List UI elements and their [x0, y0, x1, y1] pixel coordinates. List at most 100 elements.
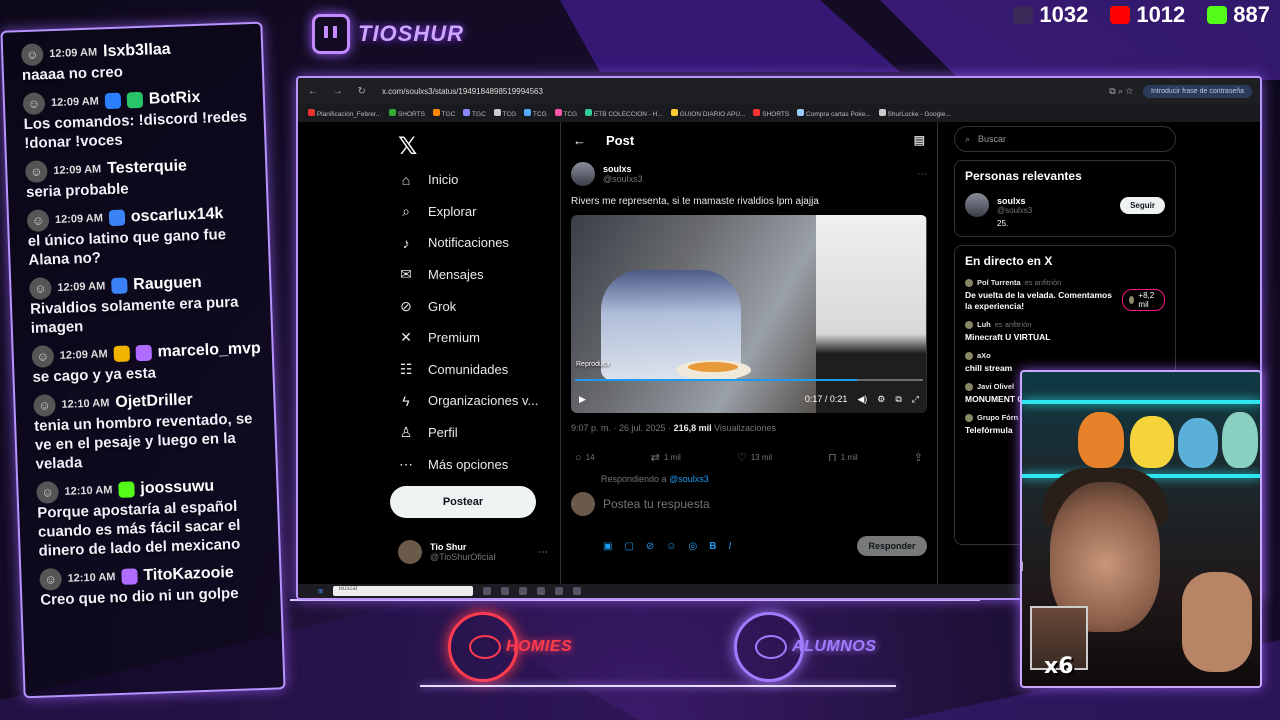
emoji-icon[interactable]: ☺	[666, 541, 676, 552]
nav-item-m-s-opciones[interactable]: ⋯ Más opciones	[390, 448, 560, 480]
live-space-item[interactable]: Pol Turrenta es anfitrión De vuelta de l…	[965, 278, 1165, 312]
nav-item-grok[interactable]: ⊘ Grok	[390, 290, 560, 322]
nav-item-inicio[interactable]: ⌂ Inicio	[390, 164, 560, 196]
avatar	[1128, 295, 1135, 304]
repost-action[interactable]: ⇄ 1 mil	[651, 451, 681, 464]
nav-item-mensajes[interactable]: ✉ Mensajes	[390, 259, 560, 291]
reply-button[interactable]: Responder	[857, 536, 927, 556]
bookmark-item[interactable]: SHORTS	[753, 108, 789, 118]
account-switcher[interactable]: Tio Shur @TioShurOficial ⋯	[398, 540, 548, 564]
extensions-icon[interactable]: ⧉ ⌕ ☆	[1109, 86, 1133, 97]
nav-item-notificaciones[interactable]: ♪ Notificaciones	[390, 227, 560, 259]
author-handle[interactable]: @soulxs3	[603, 174, 643, 184]
live-space-item[interactable]: Luh es anfitrión Minecraft U VIRTUAL	[965, 320, 1165, 343]
share-action[interactable]: ⇪	[914, 451, 923, 464]
bookmark-icon	[878, 108, 886, 116]
bookmark-icon	[308, 108, 315, 116]
app-icon[interactable]	[555, 587, 564, 595]
kick-stat: 887	[1207, 2, 1270, 28]
bookmark-item[interactable]: TGC	[432, 108, 455, 118]
chat-badge-icon	[126, 91, 144, 109]
bookmark-item[interactable]: TCG	[524, 108, 547, 118]
bookmark-item[interactable]: Planificación_Febrer...	[308, 108, 381, 118]
nav-item-organizaciones-v[interactable]: ϟ Organizaciones v...	[390, 385, 560, 417]
reader-icon[interactable]: ▤	[914, 133, 925, 147]
relevant-title: Personas relevantes	[965, 169, 1082, 183]
bookmark-item[interactable]: TCG	[554, 108, 577, 118]
nav-label: Organizaciones v...	[428, 393, 539, 409]
video-controls: ▶ 0:17 / 0:21 ◀) ⚙ ⧉ ⤢	[579, 391, 919, 407]
volume-icon[interactable]: ◀)	[857, 394, 867, 405]
video-player[interactable]: Reproducir ▶ 0:17 / 0:21 ◀) ⚙ ⧉ ⤢	[571, 215, 927, 413]
location-icon[interactable]: ◎	[689, 541, 698, 552]
listeners-pill[interactable]: +8,2 mil	[1121, 288, 1165, 311]
post-button[interactable]: Postear	[390, 485, 536, 518]
viewer-stats: 1032 1012 887	[1013, 2, 1270, 28]
profile-handle: @TioShurOficial	[430, 552, 496, 562]
bookmark-item[interactable]: Compra cartas Poke...	[797, 108, 871, 118]
chat-message: ☺ 12:09 AM lsxb3llaa naaaa no creo	[20, 36, 252, 85]
chat-username: Rauguen	[132, 273, 202, 294]
reply-input[interactable]	[603, 497, 863, 511]
app-icon[interactable]	[573, 587, 582, 595]
chat-message: ☺ 12:09 AM Testerquie seria probable	[24, 153, 256, 202]
italic-icon[interactable]: I	[728, 541, 731, 552]
taskbar-search[interactable]: Buscar	[333, 586, 474, 596]
video-progress[interactable]	[575, 379, 923, 381]
app-icon[interactable]	[483, 587, 492, 595]
views-label: Visualizaciones	[711, 423, 776, 433]
settings-icon[interactable]: ⚙	[877, 394, 885, 405]
avatar	[398, 540, 422, 564]
chat-message: ☺ 12:09 AM marcelo_mvp se cago y ya esta	[31, 338, 262, 387]
avatar: ☺	[29, 277, 52, 300]
chat-username: Testerquie	[106, 157, 188, 178]
image-icon[interactable]: ▣	[603, 541, 612, 552]
nav-item-comunidades[interactable]: ☷ Comunidades	[390, 354, 560, 386]
fullscreen-icon[interactable]: ⤢	[912, 394, 919, 405]
bookmark-item[interactable]: TCG	[493, 108, 517, 118]
nav-item-perfil[interactable]: ♙ Perfil	[390, 417, 560, 449]
bookmark-item[interactable]: ETB COLECCION - H...	[585, 108, 663, 118]
like-action[interactable]: ♡ 13 mil	[737, 451, 772, 464]
x-logo-icon[interactable]: 𝕏	[398, 132, 560, 160]
listeners-count: +8,2 mil	[1138, 290, 1155, 309]
author-name[interactable]: soulxs	[603, 164, 643, 174]
relevant-user[interactable]: soulxs @soulxs3 Seguir	[965, 193, 1165, 217]
bookmark-label: TCG	[502, 110, 517, 118]
avatar[interactable]	[571, 162, 595, 186]
reply-action[interactable]: ○ 14	[575, 451, 595, 464]
twitch-stat: 1032	[1013, 2, 1088, 28]
more-icon[interactable]: ⋯	[917, 169, 927, 180]
password-pill[interactable]: Introducir frase de contraseña	[1143, 84, 1252, 98]
bookmark-item[interactable]: ShurLocke - Google...	[878, 108, 951, 118]
bookmark-action[interactable]: ⊓ 1 mil	[828, 451, 857, 464]
url-field[interactable]: x.com/soulxs3/status/1949184898519994563	[382, 87, 1099, 96]
app-icon[interactable]	[519, 587, 528, 595]
replying-handle[interactable]: @soulxs3	[669, 474, 709, 484]
pip-icon[interactable]: ⧉	[895, 394, 901, 405]
nav-label: Premium	[428, 330, 481, 346]
post-header: ← Post ▤	[561, 122, 937, 158]
nav-item-explorar[interactable]: ⌕ Explorar	[390, 196, 560, 228]
gif-icon[interactable]: ▢	[624, 541, 633, 552]
bookmark-label: ShurLocke - Google...	[887, 110, 951, 118]
bookmark-icon	[432, 108, 440, 116]
grok-icon[interactable]: ⊘	[646, 541, 654, 552]
chat-message: ☺ 12:10 AM OjetDriller tenia un hombro r…	[33, 387, 266, 474]
play-icon[interactable]: ▶	[579, 394, 586, 405]
bookmark-item[interactable]: SHORTS	[389, 108, 425, 118]
reply-toolbar: ▣ ▢ ⊘ ☺ ◎ B I Responder	[561, 524, 937, 556]
bold-icon[interactable]: B	[709, 541, 716, 552]
bookmark-item[interactable]: GUION DIARIO APU...	[670, 108, 745, 118]
back-arrow-icon[interactable]: ←	[573, 133, 586, 148]
nav-buttons-icon[interactable]: ← → ↻	[308, 86, 372, 97]
share-icon: ⇪	[913, 452, 923, 464]
profile-name: Tio Shur	[430, 542, 467, 552]
bookmark-item[interactable]: TGC	[463, 108, 486, 118]
nav-item-premium[interactable]: ✕ Premium	[390, 322, 560, 354]
search-bar[interactable]: ⌕ Buscar	[954, 126, 1176, 152]
follow-button[interactable]: Seguir	[1120, 196, 1165, 214]
app-icon[interactable]	[537, 587, 546, 595]
app-icon[interactable]	[501, 587, 510, 595]
start-icon[interactable]: ⊞	[318, 588, 323, 595]
